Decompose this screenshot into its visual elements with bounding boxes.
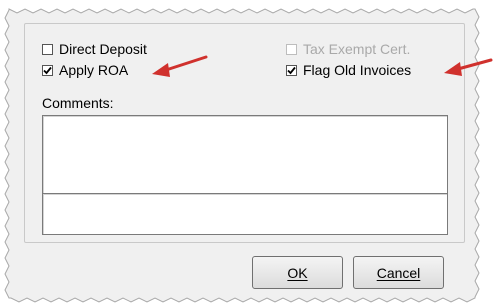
apply-roa-checkbox[interactable]: Apply ROA — [42, 61, 128, 79]
checkmark-icon — [43, 66, 52, 74]
comments-textarea-secondary[interactable] — [42, 193, 448, 235]
checkbox-box — [286, 64, 297, 76]
checkbox-box — [286, 43, 297, 55]
checkbox-box — [42, 43, 53, 55]
tax-exempt-cert-checkbox[interactable]: Tax Exempt Cert. — [286, 40, 410, 58]
checkmark-icon — [287, 66, 296, 74]
direct-deposit-checkbox[interactable]: Direct Deposit — [42, 40, 147, 58]
comments-textarea[interactable] — [42, 115, 448, 194]
comments-label: Comments: — [42, 95, 114, 111]
cancel-button[interactable]: Cancel — [353, 256, 444, 289]
checkbox-box — [42, 64, 53, 76]
ok-button[interactable]: OK — [252, 256, 343, 289]
flag-old-invoices-checkbox[interactable]: Flag Old Invoices — [286, 61, 411, 79]
